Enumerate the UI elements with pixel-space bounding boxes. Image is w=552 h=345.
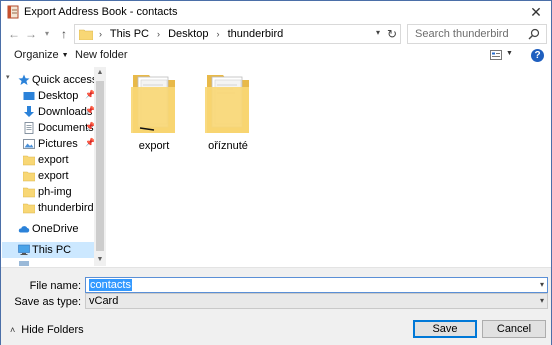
sidebar-item-partial[interactable] — [2, 260, 94, 266]
chevron-down-icon[interactable]: ▼ — [506, 50, 513, 57]
search-icon — [528, 28, 540, 40]
pin-icon: 📌 — [85, 106, 94, 115]
chevron-down-icon[interactable]: ▾ — [376, 28, 380, 37]
pin-icon: 📌 — [85, 122, 94, 131]
chevron-down-icon[interactable]: ▾ — [540, 280, 544, 289]
sidebar-item-pictures[interactable]: Pictures 📌 — [2, 136, 94, 152]
save-options-panel: File name: contacts ▾ Save as type: vCar… — [1, 267, 551, 345]
navigation-pane-scrollbar[interactable]: ▲ ▼ — [94, 67, 106, 266]
sidebar-item-quick-access[interactable]: ▾ Quick access — [2, 72, 94, 88]
command-bar: Organize ▼ New folder ▼ ? — [1, 46, 551, 66]
hide-folders-label: Hide Folders — [21, 324, 84, 336]
sidebar-item-onedrive[interactable]: OneDrive — [2, 221, 94, 237]
folder-icon — [205, 75, 249, 133]
help-icon[interactable]: ? — [531, 49, 544, 62]
address-book-icon — [7, 5, 19, 19]
chevron-right-icon[interactable]: › — [217, 29, 220, 39]
drive-icon — [19, 261, 29, 266]
save-as-type-label: Save as type: — [14, 296, 81, 308]
sidebar-item-label: Desktop — [38, 90, 79, 102]
file-name-value[interactable]: contacts — [89, 279, 132, 291]
star-icon — [18, 74, 30, 85]
documents-icon — [24, 122, 34, 134]
desktop-icon — [23, 92, 35, 100]
address-bar[interactable]: › This PC › Desktop › thunderbird ▾ ↻ — [74, 24, 401, 44]
cloud-icon — [18, 226, 30, 233]
folder-icon — [23, 155, 35, 166]
file-name: oříznuté — [208, 140, 248, 152]
refresh-icon[interactable]: ↻ — [387, 27, 397, 41]
scroll-down-icon[interactable]: ▼ — [94, 254, 106, 266]
sidebar-item-this-pc[interactable]: This PC — [2, 242, 94, 258]
pin-icon: 📌 — [85, 138, 94, 147]
title-bar: Export Address Book - contacts ✕ — [1, 1, 551, 23]
sidebar-item-label: export — [38, 170, 69, 182]
sidebar-item-export[interactable]: export — [2, 152, 94, 168]
pin-icon: 📌 — [85, 90, 94, 99]
breadcrumb-desktop[interactable]: Desktop — [168, 28, 208, 40]
sidebar-item-label: OneDrive — [32, 223, 79, 235]
navigation-pane: ▾ Quick access Desktop 📌 Downloads 📌 Doc… — [2, 67, 94, 266]
sidebar-item-desktop[interactable]: Desktop 📌 — [2, 88, 94, 104]
search-placeholder: Search thunderbird — [415, 28, 509, 40]
sidebar-item-ph-img[interactable]: ph-img — [2, 184, 94, 200]
list-item[interactable]: oříznuté — [193, 73, 263, 153]
cancel-button[interactable]: Cancel — [482, 320, 546, 338]
sidebar-item-label: thunderbird — [38, 202, 94, 214]
chevron-up-icon: ˄ — [10, 325, 16, 335]
save-button[interactable]: Save — [413, 320, 477, 338]
scroll-up-icon[interactable]: ▲ — [94, 67, 106, 79]
chevron-down-icon[interactable]: ▾ — [540, 296, 544, 305]
folder-icon — [79, 29, 93, 40]
chevron-right-icon: › — [99, 29, 102, 39]
save-dialog: Export Address Book - contacts ✕ ← → ▾ ↑… — [0, 0, 552, 345]
change-view-icon[interactable] — [490, 50, 502, 60]
hide-folders-button[interactable]: ˄ Hide Folders — [10, 324, 84, 336]
sidebar-item-thunderbird[interactable]: thunderbird — [2, 200, 94, 216]
file-name-label: File name: — [29, 280, 81, 292]
save-as-type-select[interactable]: vCard ▾ — [85, 293, 548, 309]
breadcrumb-thunderbird[interactable]: thunderbird — [228, 28, 284, 40]
up-arrow-icon[interactable]: ↑ — [57, 26, 71, 42]
pictures-icon — [23, 139, 35, 149]
breadcrumb-this-pc[interactable]: This PC — [110, 28, 149, 40]
sidebar-item-documents[interactable]: Documents 📌 — [2, 120, 94, 136]
file-name-field[interactable]: contacts ▾ — [85, 277, 548, 293]
chevron-down-icon: ▼ — [61, 51, 69, 59]
chevron-right-icon[interactable]: › — [157, 29, 160, 39]
sidebar-item-label: ph-img — [38, 186, 72, 198]
folder-icon — [23, 187, 35, 198]
recent-locations-chevron-icon[interactable]: ▾ — [40, 26, 54, 42]
computer-icon — [18, 244, 30, 255]
download-icon — [24, 106, 34, 117]
chevron-down-icon[interactable]: ▾ — [6, 73, 18, 85]
forward-arrow-icon[interactable]: → — [24, 26, 38, 42]
sidebar-item-export-2[interactable]: export — [2, 168, 94, 184]
sidebar-item-label: Quick access — [32, 74, 94, 86]
breadcrumb: › This PC › Desktop › thunderbird — [99, 28, 283, 40]
sidebar-item-label: export — [38, 154, 69, 166]
organize-label: Organize — [14, 49, 59, 61]
folder-icon — [23, 171, 35, 182]
list-item[interactable]: export — [119, 73, 189, 153]
sidebar-item-label: Pictures — [38, 138, 78, 150]
folder-icon — [23, 203, 35, 214]
folder-icon — [131, 75, 175, 133]
save-as-type-value: vCard — [89, 295, 119, 307]
search-input[interactable]: Search thunderbird — [407, 24, 547, 44]
sidebar-item-label: This PC — [32, 244, 72, 256]
window-title: Export Address Book - contacts — [24, 6, 178, 18]
sidebar-item-downloads[interactable]: Downloads 📌 — [2, 104, 94, 120]
organize-button[interactable]: Organize ▼ — [14, 49, 69, 61]
scrollbar-thumb[interactable] — [96, 81, 104, 251]
navigation-bar: ← → ▾ ↑ › This PC › Desktop › thunderbir… — [1, 23, 551, 45]
file-name: export — [138, 140, 170, 152]
new-folder-button[interactable]: New folder — [75, 49, 128, 61]
file-list: export oříznuté — [107, 67, 551, 266]
back-arrow-icon[interactable]: ← — [7, 26, 21, 42]
close-icon[interactable]: ✕ — [528, 4, 544, 20]
